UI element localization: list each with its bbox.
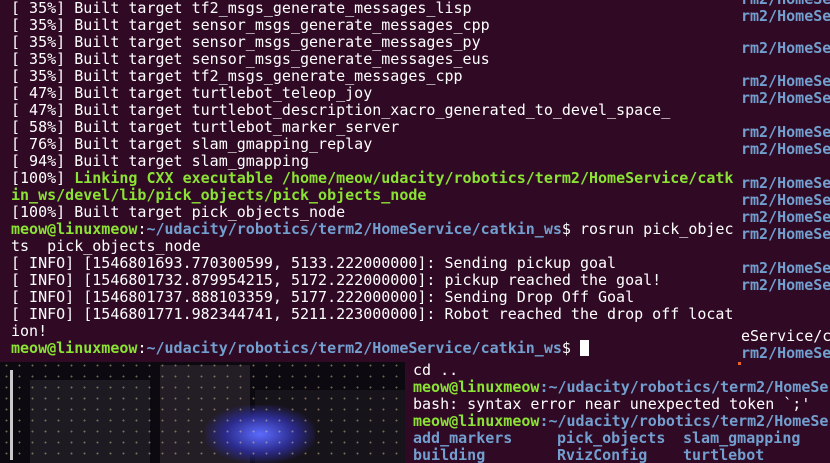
ls-entry: building: [413, 446, 486, 463]
prompt-line: meow@linuxmeow:~/udacity/robotics/term2/…: [413, 379, 830, 396]
path-fragment: rm2/HomeSer: [741, 140, 830, 158]
text-cursor[interactable]: [579, 340, 589, 356]
prompt-path: :~/udacity/robotics/term2/HomeSer: [539, 378, 830, 396]
prompt-line: meow@linuxmeow:~/udacity/robotics/term2/…: [413, 413, 830, 430]
link-text-wrap: in_ws/devel/lib/pick_objects/pick_object…: [11, 186, 427, 204]
prompt-user: meow@linuxmeow: [11, 339, 138, 357]
build-output-line: [ 76%] Built target slam_gmapping_replay: [11, 135, 373, 153]
prompt-path: :~/udacity/robotics/term2/HomeSer: [539, 412, 830, 430]
prompt-user: meow@linuxmeow: [413, 378, 540, 396]
build-output-line: [ 94%] Built target slam_gmapping: [11, 152, 310, 170]
info-log-line: ion!: [11, 322, 48, 340]
path-fragment: rm2/HomeSer: [741, 39, 830, 57]
prompt-path: ~/udacity/robotics/term2/HomeService/cat…: [146, 339, 562, 357]
command-wrap-line: ts pick_objects_node: [11, 237, 201, 255]
error-line: bash: syntax error near unexpected token…: [413, 395, 811, 413]
back-terminal-output: cd .. meow@linuxmeow:~/udacity/robotics/…: [413, 362, 830, 463]
prompt-dollar: $: [561, 220, 580, 238]
path-fragment: rm2/HomeSer: [741, 208, 830, 226]
prompt-dollar: $: [561, 339, 580, 357]
front-terminal-window[interactable]: [ 35%] Built target tf2_msgs_generate_me…: [0, 0, 741, 362]
ls-output-row: add_markers pick_objects slam_gmapping: [413, 430, 830, 447]
build-output-line: [ 47%] Built target turtlebot_teleop_joy: [11, 84, 373, 102]
prompt-user: meow@linuxmeow: [413, 412, 540, 430]
prompt-user: meow@linuxmeow: [11, 220, 138, 238]
path-fragment: rm2/HomeSer: [741, 7, 830, 25]
path-fragment: rm2/HomeSer: [741, 259, 830, 277]
light-pole: [10, 370, 13, 460]
path-fragment: rm2/HomeSer: [741, 344, 830, 362]
build-output-line: [100%] Built target pick_objects_node: [11, 203, 346, 221]
build-output-line: [ 58%] Built target turtlebot_marker_ser…: [11, 118, 400, 136]
info-log-line: [ INFO] [1546801771.982344741, 5211.2230…: [11, 305, 734, 323]
path-fragment: rm2/HomeSer: [741, 276, 830, 294]
link-output-line: [100%] Linking CXX executable /home/meow…: [11, 170, 741, 187]
ls-output-row: building RvizConfig turtlebot: [413, 447, 830, 463]
build-output-line: [ 35%] Built target sensor_msgs_generate…: [11, 33, 481, 51]
link-output-line-wrap: in_ws/devel/lib/pick_objects/pick_object…: [11, 187, 741, 204]
link-text: Linking CXX executable /home/meow/udacit…: [74, 169, 734, 187]
path-fragment: rm2/HomeSer: [741, 123, 830, 141]
build-output-line: [ 35%] Built target tf2_msgs_generate_me…: [11, 0, 472, 17]
build-output-line: [ 35%] Built target sensor_msgs_generate…: [11, 16, 490, 34]
ls-entry: turtlebot: [683, 446, 765, 463]
link-prefix: [100%]: [11, 169, 75, 187]
cd-command-line: cd ..: [413, 361, 459, 379]
desktop-wallpaper: [0, 360, 415, 463]
build-output-line: [ 47%] Built target turtlebot_descriptio…: [11, 101, 671, 119]
command-text: rosrun pick_objec: [579, 220, 734, 238]
path-fragment: rm2/HomeSer: [741, 174, 830, 192]
path-fragment: rm2/HomeSer: [741, 191, 830, 209]
command-prompt-line: meow@linuxmeow:~/udacity/robotics/term2/…: [11, 221, 741, 238]
city-lights: [0, 360, 415, 463]
path-fragment: rm2/HomeSer: [741, 89, 830, 107]
info-log-line: [ INFO] [1546801693.770300599, 5133.2220…: [11, 254, 617, 272]
build-output-line: [ 35%] Built target tf2_msgs_generate_me…: [11, 67, 463, 85]
path-fragment: rm2/HomeSer: [741, 72, 830, 90]
ls-entry: add_markers: [413, 429, 513, 447]
ls-entry: RvizConfig: [557, 446, 648, 463]
active-prompt-line[interactable]: meow@linuxmeow:~/udacity/robotics/term2/…: [11, 340, 741, 357]
build-output-line: [ 35%] Built target sensor_msgs_generate…: [11, 50, 490, 68]
info-log-line: [ INFO] [1546801737.888103359, 5177.2220…: [11, 288, 635, 306]
ls-entry: pick_objects: [557, 429, 666, 447]
ls-entry: slam_gmapping: [683, 429, 801, 447]
path-fragment: eService/c: [741, 327, 830, 345]
prompt-path: ~/udacity/robotics/term2/HomeService/cat…: [146, 220, 562, 238]
info-log-line: [ INFO] [1546801732.879954215, 5172.2220…: [11, 271, 662, 289]
path-fragment: rm2/HomeSer: [741, 225, 830, 243]
